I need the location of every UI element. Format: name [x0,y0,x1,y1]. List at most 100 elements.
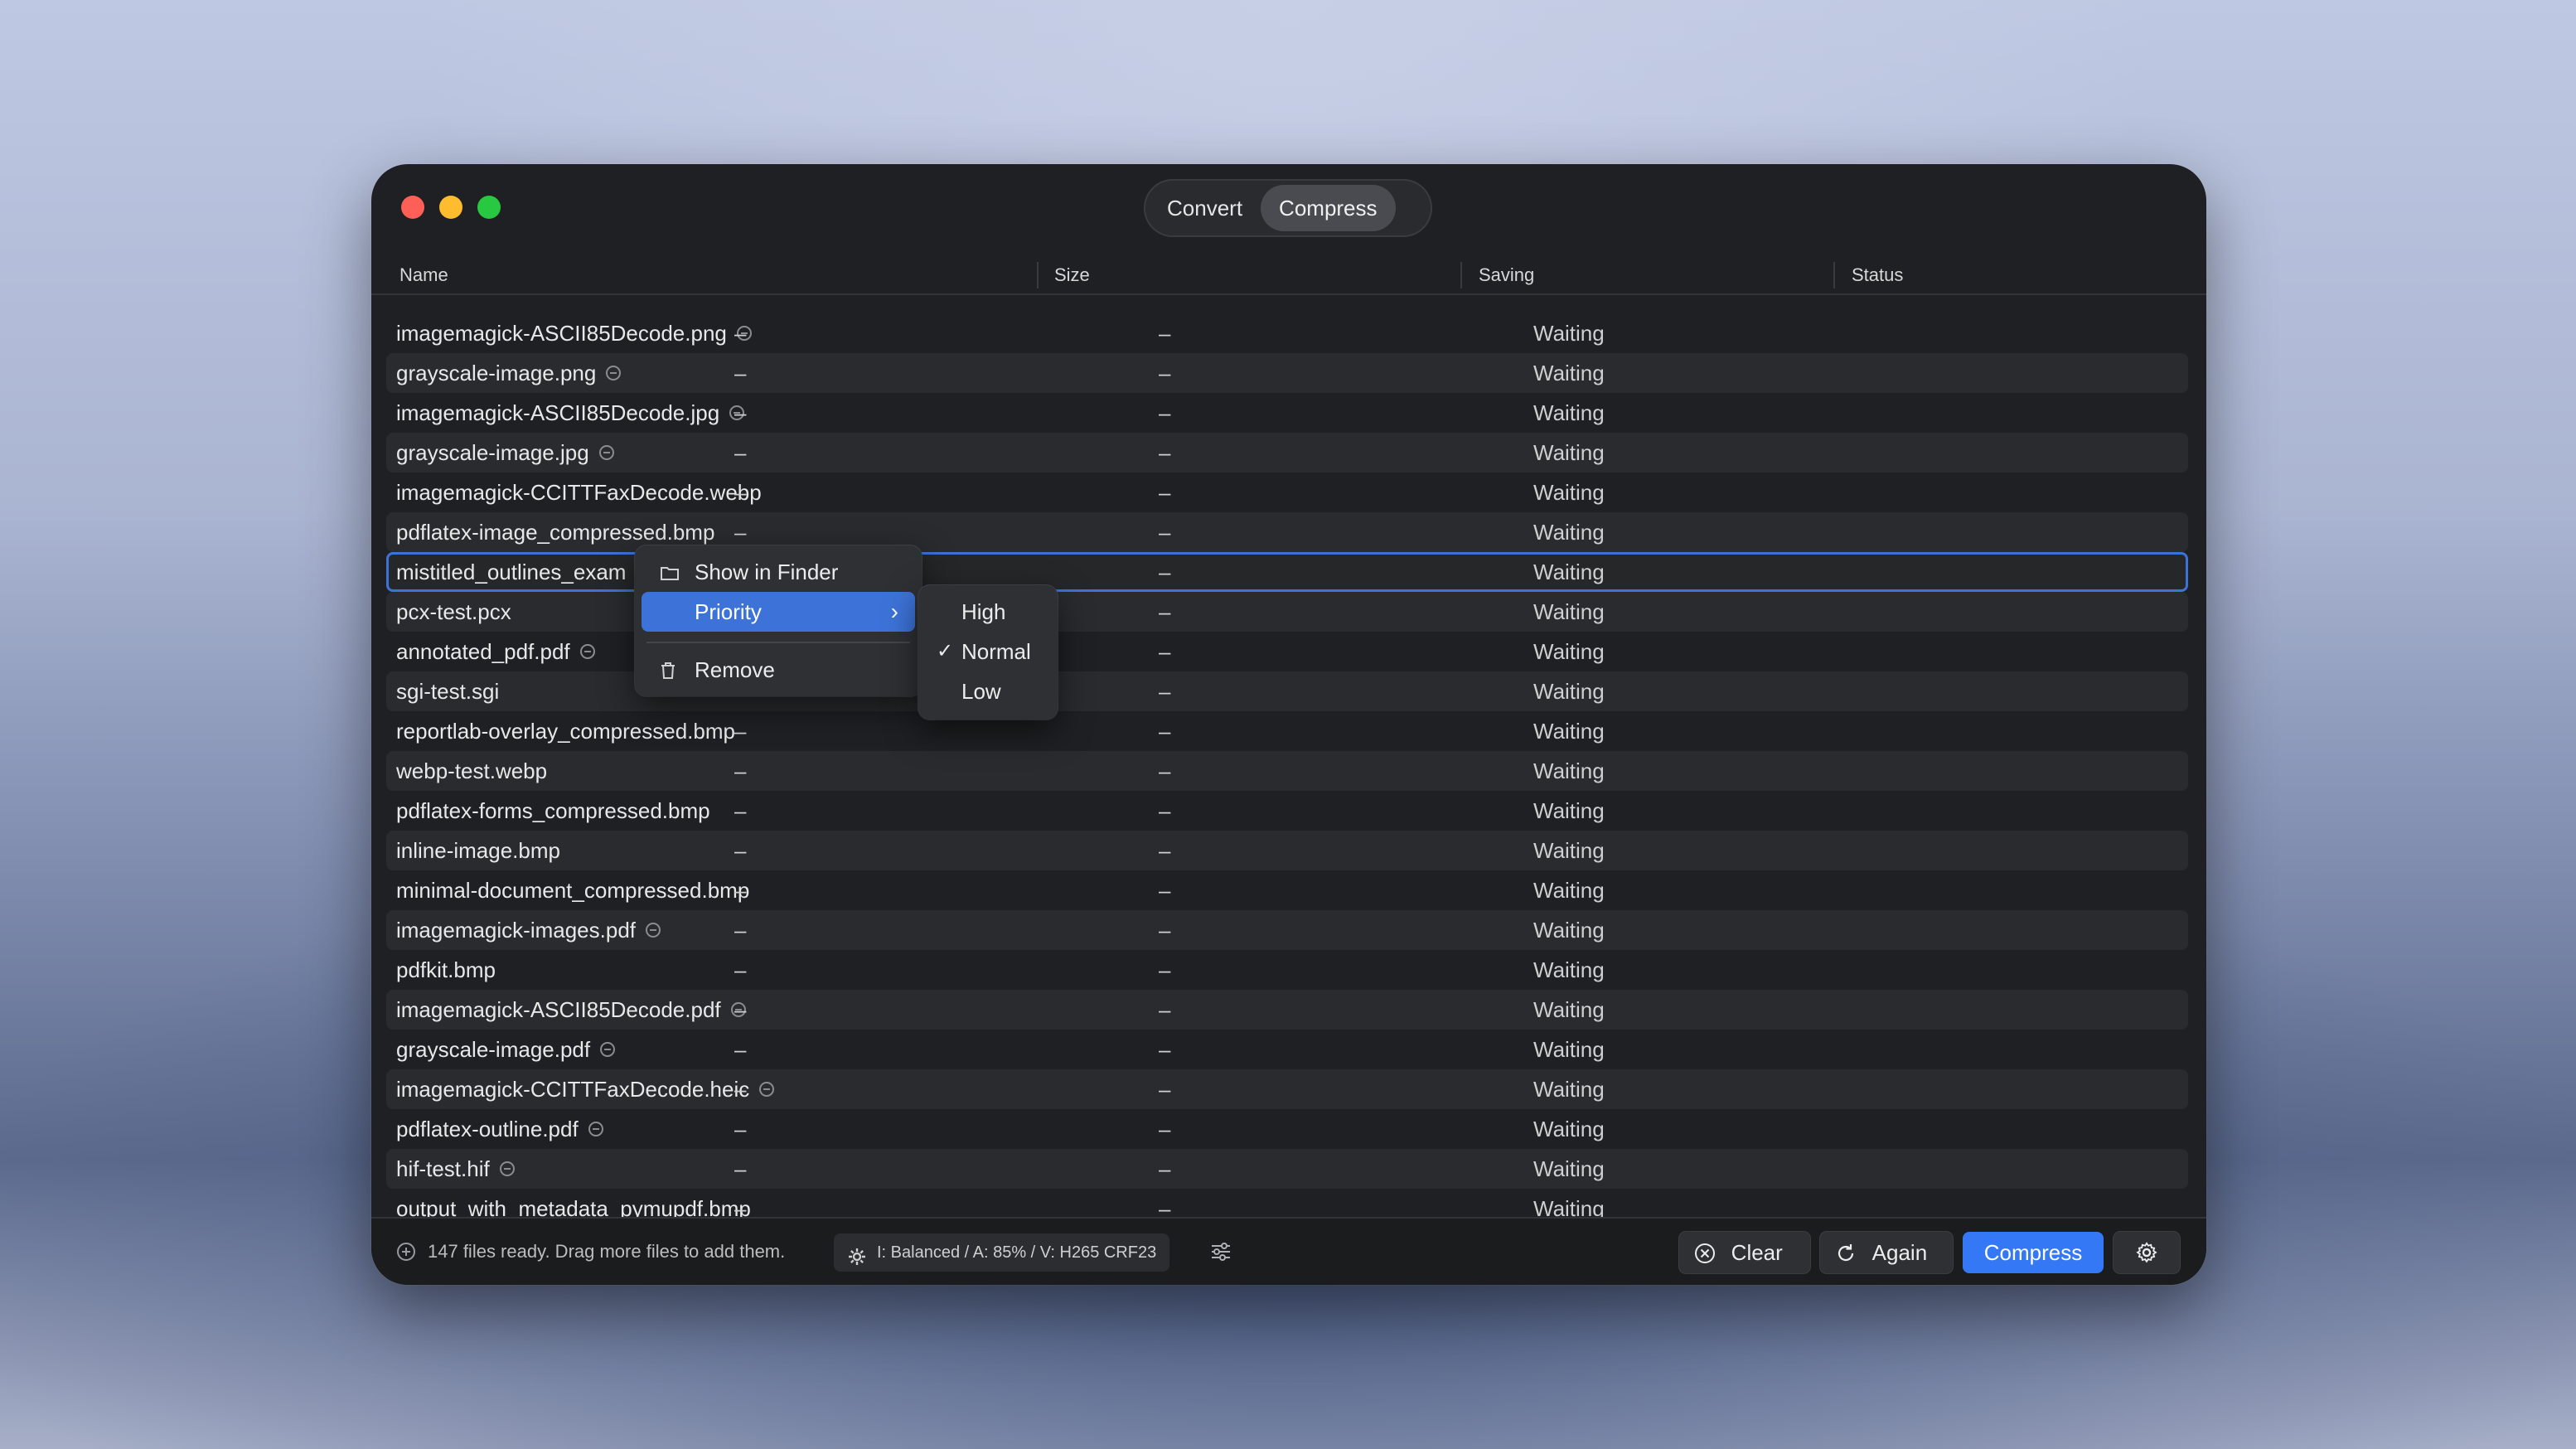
cell-name: grayscale-image.pdf [396,1030,616,1069]
cell-name: webp-test.webp [396,751,547,791]
column-divider[interactable] [1460,262,1462,288]
zoom-window-button[interactable] [477,196,501,219]
table-row[interactable]: grayscale-image.png – – Waiting [386,353,2188,393]
table-row[interactable]: webp-test.webp – – Waiting [386,751,2188,791]
gear-icon [847,1243,867,1281]
name-text: imagemagick-ASCII85Decode.png [396,321,727,346]
table-row[interactable]: pdflatex-forms_compressed.bmp – – Waiting [386,791,2188,831]
size-text: – [734,1037,747,1062]
table-row[interactable]: imagemagick-ASCII85Decode.pdf – – Waiting [386,990,2188,1030]
cell-saving: – [1159,910,1170,950]
name-text: sgi-test.sgi [396,679,500,704]
table-row[interactable]: imagemagick-ASCII85Decode.jpg – – Waiting [386,393,2188,433]
column-header-status[interactable]: Status [1852,257,1903,293]
table-row[interactable]: minimal-document_compressed.bmp – – Waiting [386,870,2188,910]
name-text: imagemagick-images.pdf [396,918,637,943]
minus-circle-icon[interactable] [759,1082,775,1098]
cell-saving: – [1159,1069,1170,1109]
size-text: – [734,997,747,1022]
table-row[interactable]: imagemagick-ASCII85Decode.png – – Waiting [386,313,2188,353]
table-row[interactable]: inline-image.bmp – – Waiting [386,831,2188,870]
saving-text: – [1159,758,1171,783]
cell-size: – [734,751,746,791]
minus-circle-icon[interactable] [579,644,595,660]
table-row[interactable]: imagemagick-CCITTFaxDecode.heic – – Waiting [386,1069,2188,1109]
table-row[interactable]: hif-test.hif – – Waiting [386,1149,2188,1189]
minus-circle-icon[interactable] [499,1161,515,1177]
saving-text: – [1159,798,1171,823]
tab-convert[interactable]: Convert [1149,185,1261,231]
status-text: Waiting [1533,480,1605,505]
status-text: Waiting [1533,798,1605,823]
priority-low[interactable]: Low [925,671,1051,711]
menu-item-label: Low [961,679,1001,704]
table-row[interactable]: grayscale-image.pdf – – Waiting [386,1030,2188,1069]
settings-button[interactable] [2114,1232,2180,1273]
size-text: – [734,520,747,545]
column-header-size[interactable]: Size [1054,257,1090,293]
preset-summary-button[interactable]: I: Balanced / A: 85% / V: H265 CRF23 [834,1233,1170,1272]
tab-compress[interactable]: Compress [1261,185,1396,231]
menu-item-remove[interactable]: Remove [642,650,915,690]
cell-name: imagemagick-images.pdf [396,910,661,950]
saving-text: – [1159,520,1171,545]
cell-saving: – [1159,671,1170,711]
cell-name: pdflatex-forms_compressed.bmp [396,791,710,831]
saving-text: – [1159,400,1171,425]
cell-status: Waiting [1533,1030,1605,1069]
minus-circle-icon[interactable] [646,923,661,938]
mode-segmented-control: Convert Compress [1144,179,1432,237]
table-row[interactable]: grayscale-image.jpg – – Waiting [386,433,2188,472]
table-row[interactable]: pdflatex-outline.pdf – – Waiting [386,1109,2188,1149]
menu-item-label: Priority [695,599,762,624]
minus-circle-icon[interactable] [606,366,622,381]
column-header-name[interactable]: Name [399,257,448,293]
priority-high[interactable]: High [925,592,1051,632]
minus-circle-icon[interactable] [598,445,614,461]
table-row[interactable]: reportlab-overlay_compressed.bmp – – Waitin… [386,711,2188,751]
status-text: Waiting [1533,679,1605,704]
name-text: pdfkit.bmp [396,957,496,982]
compress-button[interactable]: Compress [1963,1232,2104,1273]
name-text: inline-image.bmp [396,838,560,863]
column-header-saving[interactable]: Saving [1479,257,1534,293]
priority-submenu: High ✓ Normal Low [918,585,1058,720]
cell-saving: – [1159,831,1170,870]
column-divider[interactable] [1037,262,1039,288]
clear-button[interactable]: Clear [1679,1232,1810,1273]
sliders-icon[interactable] [1210,1242,1232,1266]
minimize-window-button[interactable] [439,196,462,219]
cell-size: – [734,1149,746,1189]
size-text: – [734,1077,747,1102]
cell-name: sgi-test.sgi [396,671,499,711]
cell-status: Waiting [1533,1069,1605,1109]
saving-text: – [1159,719,1171,744]
size-text: – [734,838,747,863]
name-text: pdflatex-image_compressed.bmp [396,520,715,545]
priority-normal[interactable]: ✓ Normal [925,632,1051,671]
menu-item-show-in-finder[interactable]: Show in Finder [642,552,915,592]
menu-item-priority[interactable]: Priority › [642,592,915,632]
saving-text: – [1159,321,1171,346]
cell-saving: – [1159,751,1170,791]
status-text: Waiting [1533,918,1605,943]
column-divider[interactable] [1833,262,1835,288]
table-row[interactable]: imagemagick-images.pdf – – Waiting [386,910,2188,950]
minus-circle-icon[interactable] [600,1042,616,1058]
window-controls [401,196,501,219]
table-row[interactable]: pdfkit.bmp – – Waiting [386,950,2188,990]
size-text: – [734,1117,747,1141]
cell-name: mistitled_outlines_exam [396,552,626,592]
menu-item-label: Normal [961,639,1031,664]
name-text: pcx-test.pcx [396,599,511,624]
cell-size: – [734,472,746,512]
close-window-button[interactable] [401,196,424,219]
name-text: grayscale-image.jpg [396,440,589,465]
cell-saving: – [1159,393,1170,433]
cell-status: Waiting [1533,671,1605,711]
name-text: annotated_pdf.pdf [396,639,570,664]
again-button[interactable]: Again [1820,1232,1953,1273]
minus-circle-icon[interactable] [588,1122,603,1137]
table-row[interactable]: imagemagick-CCITTFaxDecode.webp – – Waiting [386,472,2188,512]
status-text: Waiting [1533,321,1605,346]
